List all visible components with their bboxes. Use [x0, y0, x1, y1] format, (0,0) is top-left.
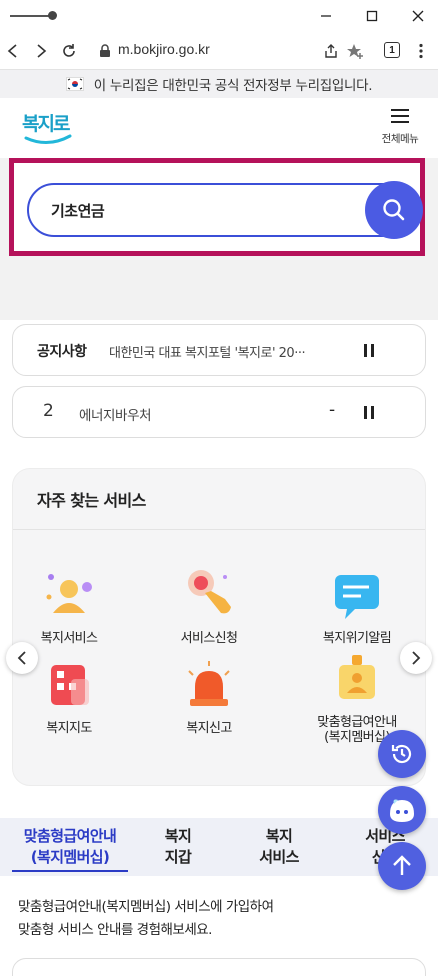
arrow-up-icon: [393, 855, 411, 875]
bokjiro-logo[interactable]: 복지로: [20, 104, 80, 148]
star-add-icon: [347, 44, 363, 59]
recent-history-button[interactable]: [378, 730, 426, 778]
browser-window: { "browser": { "url": "m.bokjiro.go.kr",…: [0, 0, 438, 976]
service-label: 복지위기알림: [322, 631, 392, 646]
korean-flag-icon: [65, 77, 84, 91]
search-highlight-frame: 기초연금: [9, 158, 425, 256]
search-input-value: 기초연금: [51, 202, 105, 220]
carousel-prev-button[interactable]: [6, 642, 38, 674]
zoom-slider-track[interactable]: [10, 15, 52, 17]
divider: [13, 529, 425, 530]
tab-welfare-wallet[interactable]: 복지 지갑: [148, 826, 208, 868]
close-button[interactable]: [404, 4, 432, 28]
url-text[interactable]: m.bokjiro.go.kr: [118, 41, 210, 57]
spacer-area: [0, 256, 438, 320]
siren-icon: [181, 659, 237, 715]
maximize-icon: [366, 10, 378, 22]
all-menu-label: 전체메뉴: [381, 133, 419, 145]
keyword-rank-change: -: [329, 400, 336, 420]
chatbot-button[interactable]: [378, 786, 426, 834]
pause-icon[interactable]: [359, 403, 379, 423]
keyword-text[interactable]: 에너지바우처: [79, 404, 152, 424]
gov-banner-text[interactable]: 이 누리집은 대한민국 공식 전자정부 누리집입니다.: [94, 74, 373, 94]
chevron-right-icon: [412, 651, 421, 665]
more-vertical-icon: [419, 43, 423, 59]
chevron-right-icon: [37, 44, 47, 58]
chatbot-icon: [390, 799, 414, 822]
hand-tap-icon: [181, 569, 237, 625]
frequent-services-panel: 자주 찾는 서비스 복지서비스 서비스신청 복지위기알림 복지지도 복지신고 맞…: [12, 468, 426, 786]
forward-button[interactable]: [28, 38, 54, 64]
site-header: 복지로 전체메뉴: [0, 98, 438, 158]
share-button[interactable]: [318, 38, 344, 64]
minimize-icon: [321, 15, 331, 17]
chevron-left-icon: [17, 651, 26, 665]
scroll-top-button[interactable]: [378, 842, 426, 890]
browser-menu-button[interactable]: [408, 38, 434, 64]
notice-text[interactable]: 대한민국 대표 복지포털 '복지로' 20···: [109, 342, 349, 361]
maximize-button[interactable]: [358, 4, 386, 28]
logo-text: 복지로: [22, 113, 70, 135]
notice-ticker[interactable]: 공지사항 대한민국 대표 복지포털 '복지로' 20···: [12, 324, 426, 376]
search-button[interactable]: [365, 181, 423, 239]
hamburger-icon: [391, 109, 409, 123]
person-icon: [41, 569, 97, 625]
all-menu-button[interactable]: 전체메뉴: [376, 108, 424, 146]
map-icon: [41, 659, 97, 715]
reload-button[interactable]: [56, 38, 82, 64]
service-welfare-report[interactable]: 복지신고: [149, 659, 269, 736]
service-welfare-service[interactable]: 복지서비스: [9, 569, 129, 646]
membership-tabs: 맞춤형급여안내 (복지멤버십) 복지 지갑 복지 서비스 서비스 신청: [0, 818, 438, 876]
tab-welfare-service[interactable]: 복지 서비스: [246, 826, 312, 868]
frequent-services-title: 자주 찾는 서비스: [37, 491, 146, 510]
chevron-left-icon: [7, 44, 17, 58]
membership-badge-icon: [329, 653, 385, 709]
search-icon: [383, 199, 405, 221]
service-apply[interactable]: 서비스신청: [149, 569, 269, 646]
address-bar: m.bokjiro.go.kr 1: [0, 32, 438, 70]
site-info-button[interactable]: [92, 38, 118, 64]
bokjiro-logo-icon: 복지로: [22, 113, 72, 144]
chat-alert-icon: [329, 569, 385, 625]
service-label: 복지지도: [46, 721, 92, 736]
notice-title: 공지사항: [37, 344, 87, 360]
window-titlebar: [0, 0, 438, 32]
service-label: 복지신고: [186, 721, 232, 736]
service-crisis-alert[interactable]: 복지위기알림: [297, 569, 417, 646]
share-icon: [325, 44, 337, 58]
tab-membership[interactable]: 맞춤형급여안내 (복지멤버십): [12, 826, 128, 872]
keyword-rank: 2: [43, 401, 54, 421]
service-label: 서비스신청: [180, 631, 238, 646]
minimize-button[interactable]: [312, 4, 340, 28]
membership-description: 맞춤형급여안내(복지멤버십) 서비스에 가입하여 맞춤형 서비스 안내를 경험해…: [18, 899, 274, 938]
reload-icon: [63, 44, 75, 57]
carousel-next-button[interactable]: [400, 642, 432, 674]
membership-card[interactable]: [12, 958, 426, 976]
gov-banner: 이 누리집은 대한민국 공식 전자정부 누리집입니다.: [0, 70, 438, 98]
tab-count-button[interactable]: 1: [384, 42, 400, 58]
bookmark-button[interactable]: [342, 38, 368, 64]
history-icon: [391, 744, 412, 764]
back-button[interactable]: [0, 38, 26, 64]
close-icon: [412, 10, 424, 22]
zoom-slider-handle[interactable]: [48, 11, 57, 20]
popular-keyword-ticker[interactable]: 2 에너지바우처 -: [12, 386, 426, 438]
lock-icon: [100, 44, 110, 57]
pause-icon[interactable]: [359, 341, 379, 361]
search-input[interactable]: 기초연금: [27, 183, 413, 237]
